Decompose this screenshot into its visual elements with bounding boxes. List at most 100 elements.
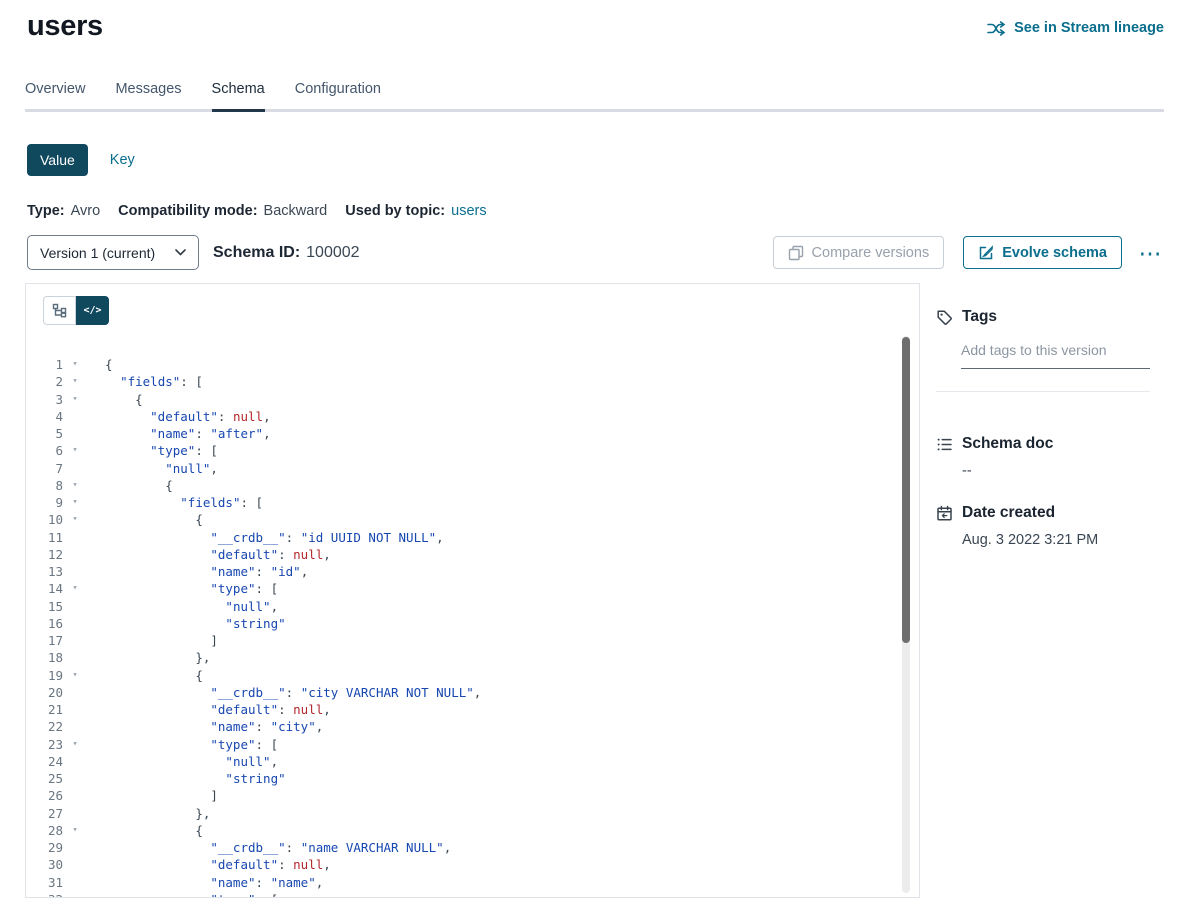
tags-input[interactable] xyxy=(961,342,1150,369)
schema-id: Schema ID: 100002 xyxy=(213,244,378,262)
code-content: "fields": [ xyxy=(87,373,203,390)
tab-schema[interactable]: Schema xyxy=(212,81,265,109)
fold-spacer xyxy=(63,839,87,856)
fold-toggle-icon[interactable]: ▾ xyxy=(63,822,87,839)
fold-spacer xyxy=(63,684,87,701)
evolve-schema-button[interactable]: Evolve schema xyxy=(963,236,1122,269)
code-content: "string" xyxy=(87,615,286,632)
line-number: 24 xyxy=(26,753,63,770)
line-number: 21 xyxy=(26,701,63,718)
line-number: 11 xyxy=(26,529,63,546)
calendar-icon xyxy=(936,505,953,522)
code-line: 15 "null", xyxy=(26,598,919,615)
line-number: 29 xyxy=(26,839,63,856)
code-content: }, xyxy=(87,805,210,822)
type-value: Avro xyxy=(71,203,101,219)
version-select[interactable]: Version 1 (current) xyxy=(27,235,199,270)
code-content: "type": [ xyxy=(87,736,278,753)
fold-toggle-icon[interactable]: ▾ xyxy=(63,494,87,511)
topic-link[interactable]: users xyxy=(451,203,486,219)
tag-icon xyxy=(936,309,953,326)
fold-spacer xyxy=(63,753,87,770)
code-line: 19▾ { xyxy=(26,667,919,684)
schema-doc-header: Schema doc xyxy=(936,435,1150,453)
code-content: "name": "name", xyxy=(87,874,323,891)
code-line: 5 "name": "after", xyxy=(26,425,919,442)
code-line: 20 "__crdb__": "city VARCHAR NOT NULL", xyxy=(26,684,919,701)
line-number: 26 xyxy=(26,787,63,804)
tab-messages[interactable]: Messages xyxy=(115,81,181,109)
tree-view-button[interactable] xyxy=(43,296,76,325)
date-created-section: Date created Aug. 3 2022 3:21 PM xyxy=(936,504,1150,548)
tags-title: Tags xyxy=(962,308,997,326)
fold-spacer xyxy=(63,529,87,546)
fold-spacer xyxy=(63,805,87,822)
value-key-toggle: Value Key xyxy=(27,144,1189,176)
code-lines: 1▾{2▾ "fields": [3▾ {4 "default": null,5… xyxy=(26,356,919,898)
fold-toggle-icon[interactable]: ▾ xyxy=(63,477,87,494)
tab-configuration[interactable]: Configuration xyxy=(295,81,381,109)
code-line: 7 "null", xyxy=(26,460,919,477)
line-number: 5 xyxy=(26,425,63,442)
fold-toggle-icon[interactable]: ▾ xyxy=(63,736,87,753)
code-content: "type": [ xyxy=(87,891,278,898)
schema-sidebar: Tags Schema doc -- xyxy=(920,283,1164,898)
fold-spacer xyxy=(63,701,87,718)
editor-scrollbar-thumb[interactable] xyxy=(902,337,910,643)
fold-toggle-icon[interactable]: ▾ xyxy=(63,391,87,408)
fold-toggle-icon[interactable]: ▾ xyxy=(63,580,87,597)
key-subtab[interactable]: Key xyxy=(110,152,135,168)
fold-spacer xyxy=(63,632,87,649)
line-number: 20 xyxy=(26,684,63,701)
more-actions-button[interactable]: ⋯ xyxy=(1136,243,1164,263)
code-line: 23▾ "type": [ xyxy=(26,736,919,753)
code-line: 11 "__crdb__": "id UUID NOT NULL", xyxy=(26,529,919,546)
fold-spacer xyxy=(63,856,87,873)
code-line: 29 "__crdb__": "name VARCHAR NULL", xyxy=(26,839,919,856)
code-content: { xyxy=(87,511,203,528)
code-line: 30 "default": null, xyxy=(26,856,919,873)
fold-toggle-icon[interactable]: ▾ xyxy=(63,891,87,898)
stream-lineage-link[interactable]: See in Stream lineage xyxy=(987,20,1164,36)
line-number: 16 xyxy=(26,615,63,632)
fold-spacer xyxy=(63,460,87,477)
code-line: 22 "name": "city", xyxy=(26,718,919,735)
code-line: 13 "name": "id", xyxy=(26,563,919,580)
fold-toggle-icon[interactable]: ▾ xyxy=(63,442,87,459)
version-select-value: Version 1 (current) xyxy=(40,245,155,261)
page-title: users xyxy=(27,8,103,44)
code-line: 9▾ "fields": [ xyxy=(26,494,919,511)
code-line: 28▾ { xyxy=(26,822,919,839)
line-number: 4 xyxy=(26,408,63,425)
line-number: 15 xyxy=(26,598,63,615)
fold-toggle-icon[interactable]: ▾ xyxy=(63,373,87,390)
tab-overview[interactable]: Overview xyxy=(25,81,85,109)
compatibility-value: Backward xyxy=(264,203,328,219)
fold-toggle-icon[interactable]: ▾ xyxy=(63,511,87,528)
code-content: "default": null, xyxy=(87,408,271,425)
code-content: "default": null, xyxy=(87,701,331,718)
schema-id-value: 100002 xyxy=(306,244,359,262)
editor-scrollbar[interactable] xyxy=(902,336,910,893)
code-content: ] xyxy=(87,632,218,649)
editor-view-toggle: </> xyxy=(26,284,919,325)
code-view-button[interactable]: </> xyxy=(76,296,109,325)
code-content: "__crdb__": "id UUID NOT NULL", xyxy=(87,529,444,546)
schema-page: users See in Stream lineage Overview Mes… xyxy=(0,0,1189,916)
line-number: 32 xyxy=(26,891,63,898)
fold-toggle-icon[interactable]: ▾ xyxy=(63,356,87,373)
value-subtab[interactable]: Value xyxy=(27,144,88,176)
fold-toggle-icon[interactable]: ▾ xyxy=(63,667,87,684)
type-label: Type: xyxy=(27,203,65,219)
tab-bar: Overview Messages Schema Configuration xyxy=(25,81,1164,112)
schema-id-label: Schema ID: xyxy=(213,244,300,262)
code-line: 8▾ { xyxy=(26,477,919,494)
line-number: 31 xyxy=(26,874,63,891)
code-content: ] xyxy=(87,787,218,804)
line-number: 8 xyxy=(26,477,63,494)
fold-spacer xyxy=(63,408,87,425)
code-line: 18 }, xyxy=(26,649,919,666)
code-content: "null", xyxy=(87,598,278,615)
compare-versions-button[interactable]: Compare versions xyxy=(773,236,945,269)
code-line: 14▾ "type": [ xyxy=(26,580,919,597)
